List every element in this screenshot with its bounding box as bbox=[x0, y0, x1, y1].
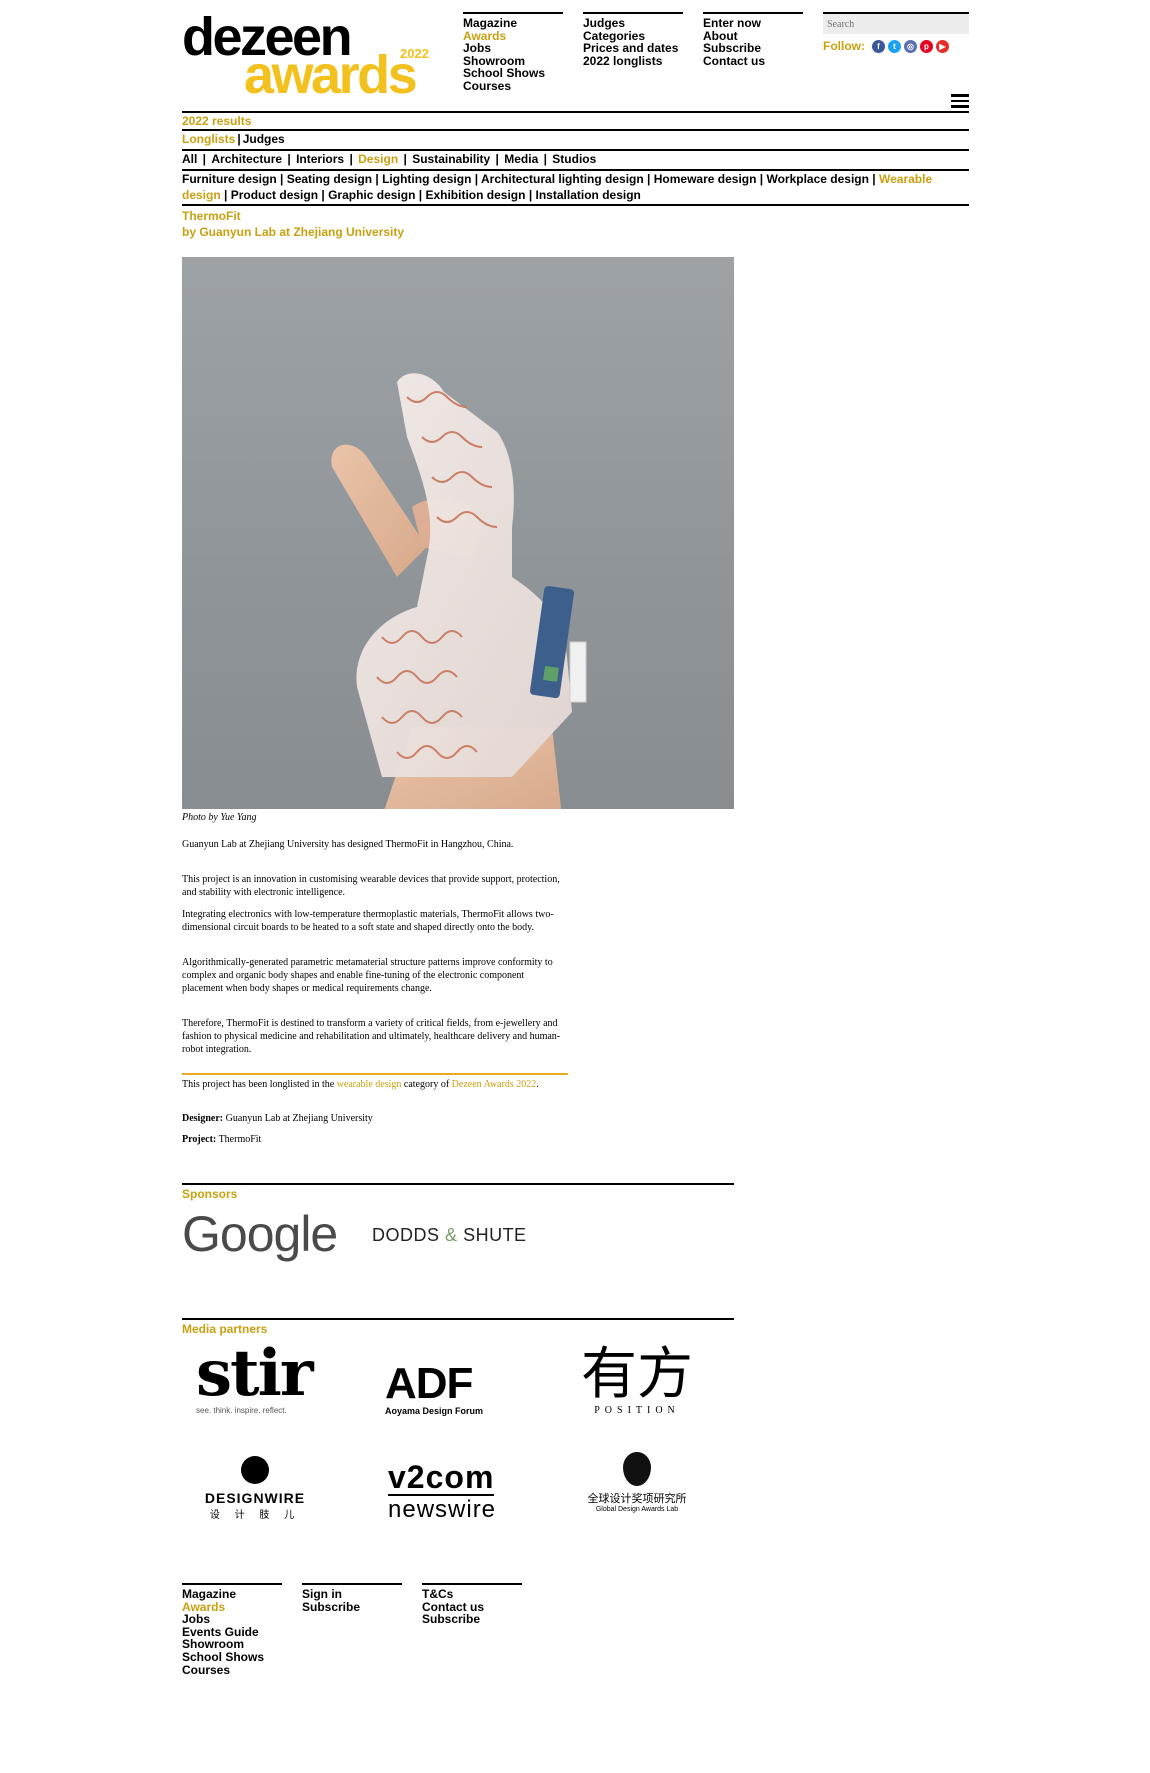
subcat-lighting[interactable]: Lighting design bbox=[382, 172, 471, 186]
youtube-icon[interactable]: ▶ bbox=[936, 39, 949, 53]
nav-judges[interactable]: Judges bbox=[583, 17, 683, 30]
instagram-icon[interactable]: ◎ bbox=[904, 39, 917, 53]
media-partners-title: Media partners bbox=[182, 1318, 734, 1336]
footer-courses[interactable]: Courses bbox=[182, 1663, 282, 1677]
designwire-logo[interactable]: DESIGNWIRE 设 计 肢 儿 bbox=[200, 1456, 310, 1521]
nav-courses[interactable]: Courses bbox=[463, 80, 563, 93]
tab-judges[interactable]: Judges bbox=[243, 132, 285, 146]
project-header: ThermoFit by Guanyun Lab at Zhejiang Uni… bbox=[182, 208, 404, 240]
link-wearable-design[interactable]: wearable design bbox=[337, 1079, 402, 1090]
sponsors-title: Sponsors bbox=[182, 1183, 734, 1201]
nav-magazine[interactable]: Magazine bbox=[463, 17, 563, 30]
nav-enter-now[interactable]: Enter now bbox=[703, 17, 803, 30]
subcat-homeware[interactable]: Homeware design bbox=[654, 172, 757, 186]
hand-wearable-illustration bbox=[331, 373, 587, 809]
project-paragraph-3: Algorithmically-generated parametric met… bbox=[182, 957, 553, 995]
twitter-icon[interactable]: t bbox=[888, 39, 901, 53]
subcat-furniture[interactable]: Furniture design bbox=[182, 172, 277, 186]
subcat-installation[interactable]: Installation design bbox=[536, 188, 641, 202]
results-link[interactable]: 2022 results bbox=[182, 114, 251, 128]
gold-divider bbox=[182, 1073, 568, 1075]
follow-bar: Follow: f t ◎ p ▶ bbox=[823, 39, 949, 53]
nav-column-1: Magazine Awards Jobs Showroom School Sho… bbox=[463, 12, 563, 93]
nav-2022-longlists[interactable]: 2022 longlists bbox=[583, 55, 683, 68]
footer-column-1: Magazine Awards Jobs Events Guide Showro… bbox=[182, 1583, 282, 1676]
designer-value: Guanyun Lab at Zhejiang University bbox=[225, 1113, 373, 1124]
dezeen-awards-logo[interactable]: dezeen awards 2022 bbox=[182, 10, 432, 105]
position-logo[interactable]: 有方 POSITION bbox=[577, 1345, 697, 1417]
footer-subscribe[interactable]: Subscribe bbox=[302, 1600, 402, 1614]
footer-column-2: Sign in Subscribe bbox=[302, 1583, 402, 1613]
nav-prices-dates[interactable]: Prices and dates bbox=[583, 42, 683, 55]
footer-column-3: T&Cs Contact us Subscribe bbox=[422, 1583, 522, 1626]
dodds-shute-logo[interactable]: DODDS & SHUTE bbox=[372, 1225, 527, 1246]
longlist-note: This project has been longlisted in the … bbox=[182, 1079, 539, 1090]
search-input[interactable] bbox=[823, 15, 971, 34]
nav-contact-us[interactable]: Contact us bbox=[703, 55, 803, 68]
project-paragraph-2: Integrating electronics with low-tempera… bbox=[182, 909, 554, 934]
divider bbox=[182, 204, 969, 206]
project-value: ThermoFit bbox=[218, 1134, 262, 1145]
project-line: Project: ThermoFit bbox=[182, 1133, 567, 1146]
global-design-awards-lab-logo[interactable]: 全球设计奖项研究所 Global Design Awards Lab bbox=[577, 1452, 697, 1513]
category-all[interactable]: All bbox=[182, 152, 197, 166]
category-architecture[interactable]: Architecture bbox=[211, 152, 282, 166]
footer-subscribe-2[interactable]: Subscribe bbox=[422, 1613, 522, 1626]
nav-subscribe[interactable]: Subscribe bbox=[703, 42, 803, 55]
footer-jobs[interactable]: Jobs bbox=[182, 1613, 282, 1626]
nav-column-3: Enter now About Subscribe Contact us bbox=[703, 12, 803, 67]
project-paragraph-4: Therefore, ThermoFit is destined to tran… bbox=[182, 1018, 561, 1056]
designer-line: Designer: Guanyun Lab at Zhejiang Univer… bbox=[182, 1112, 567, 1125]
category-tabs: All | Architecture | Interiors | Design … bbox=[182, 149, 969, 167]
subcat-seating[interactable]: Seating design bbox=[287, 172, 372, 186]
results-tabs: Longlists | Judges bbox=[182, 129, 969, 147]
subcategory-tabs: Furniture design | Seating design | Ligh… bbox=[182, 169, 969, 203]
stir-logo[interactable]: stir see. think. inspire. reflect. bbox=[196, 1342, 316, 1416]
project-byline: by Guanyun Lab at Zhejiang University bbox=[182, 225, 405, 239]
follow-label: Follow: bbox=[823, 39, 865, 53]
intro-text: Guanyun Lab at Zhejiang University has d… bbox=[182, 839, 514, 850]
adf-logo[interactable]: ADF Aoyama Design Forum bbox=[385, 1362, 515, 1417]
menu-icon[interactable] bbox=[951, 94, 969, 108]
designer-label: Designer: bbox=[182, 1113, 224, 1124]
project-paragraph-1: This project is an innovation in customi… bbox=[182, 874, 560, 899]
facebook-icon[interactable]: f bbox=[872, 39, 885, 53]
pinterest-icon[interactable]: p bbox=[920, 39, 933, 53]
project-title: ThermoFit bbox=[182, 209, 241, 223]
category-interiors[interactable]: Interiors bbox=[296, 152, 344, 166]
footer-sign-in[interactable]: Sign in bbox=[302, 1588, 402, 1601]
v2com-logo[interactable]: v2com newswire bbox=[388, 1460, 518, 1524]
project-intro: Guanyun Lab at Zhejiang University has d… bbox=[182, 838, 567, 851]
subcat-graphic[interactable]: Graphic design bbox=[328, 188, 415, 202]
results-row: 2022 results bbox=[182, 111, 969, 129]
project-photo bbox=[182, 257, 734, 809]
footer-magazine[interactable]: Magazine bbox=[182, 1588, 282, 1601]
project-label: Project: bbox=[182, 1134, 217, 1145]
nav-jobs[interactable]: Jobs bbox=[463, 42, 563, 55]
logo-year: 2022 bbox=[400, 46, 429, 61]
photo-credit: Photo by Yue Yang bbox=[182, 812, 257, 823]
tab-longlists[interactable]: Longlists bbox=[182, 132, 235, 146]
footer-school-shows[interactable]: School Shows bbox=[182, 1651, 282, 1664]
link-dezeen-awards[interactable]: Dezeen Awards 2022 bbox=[452, 1079, 537, 1090]
google-logo[interactable]: Google bbox=[182, 1205, 338, 1263]
logo-awards: awards bbox=[244, 45, 418, 105]
category-design[interactable]: Design bbox=[358, 152, 398, 166]
designwire-icon bbox=[241, 1456, 269, 1484]
pin-icon bbox=[623, 1452, 651, 1486]
category-media[interactable]: Media bbox=[504, 152, 538, 166]
subcat-product[interactable]: Product design bbox=[231, 188, 318, 202]
nav-column-2: Judges Categories Prices and dates 2022 … bbox=[583, 12, 683, 67]
subcat-workplace[interactable]: Workplace design bbox=[766, 172, 868, 186]
subcat-arch-lighting[interactable]: Architectural lighting design bbox=[481, 172, 644, 186]
search-box bbox=[823, 12, 971, 34]
subcat-exhibition[interactable]: Exhibition design bbox=[425, 188, 525, 202]
category-studios[interactable]: Studios bbox=[552, 152, 596, 166]
footer-tcs[interactable]: T&Cs bbox=[422, 1588, 522, 1601]
category-sustainability[interactable]: Sustainability bbox=[412, 152, 490, 166]
